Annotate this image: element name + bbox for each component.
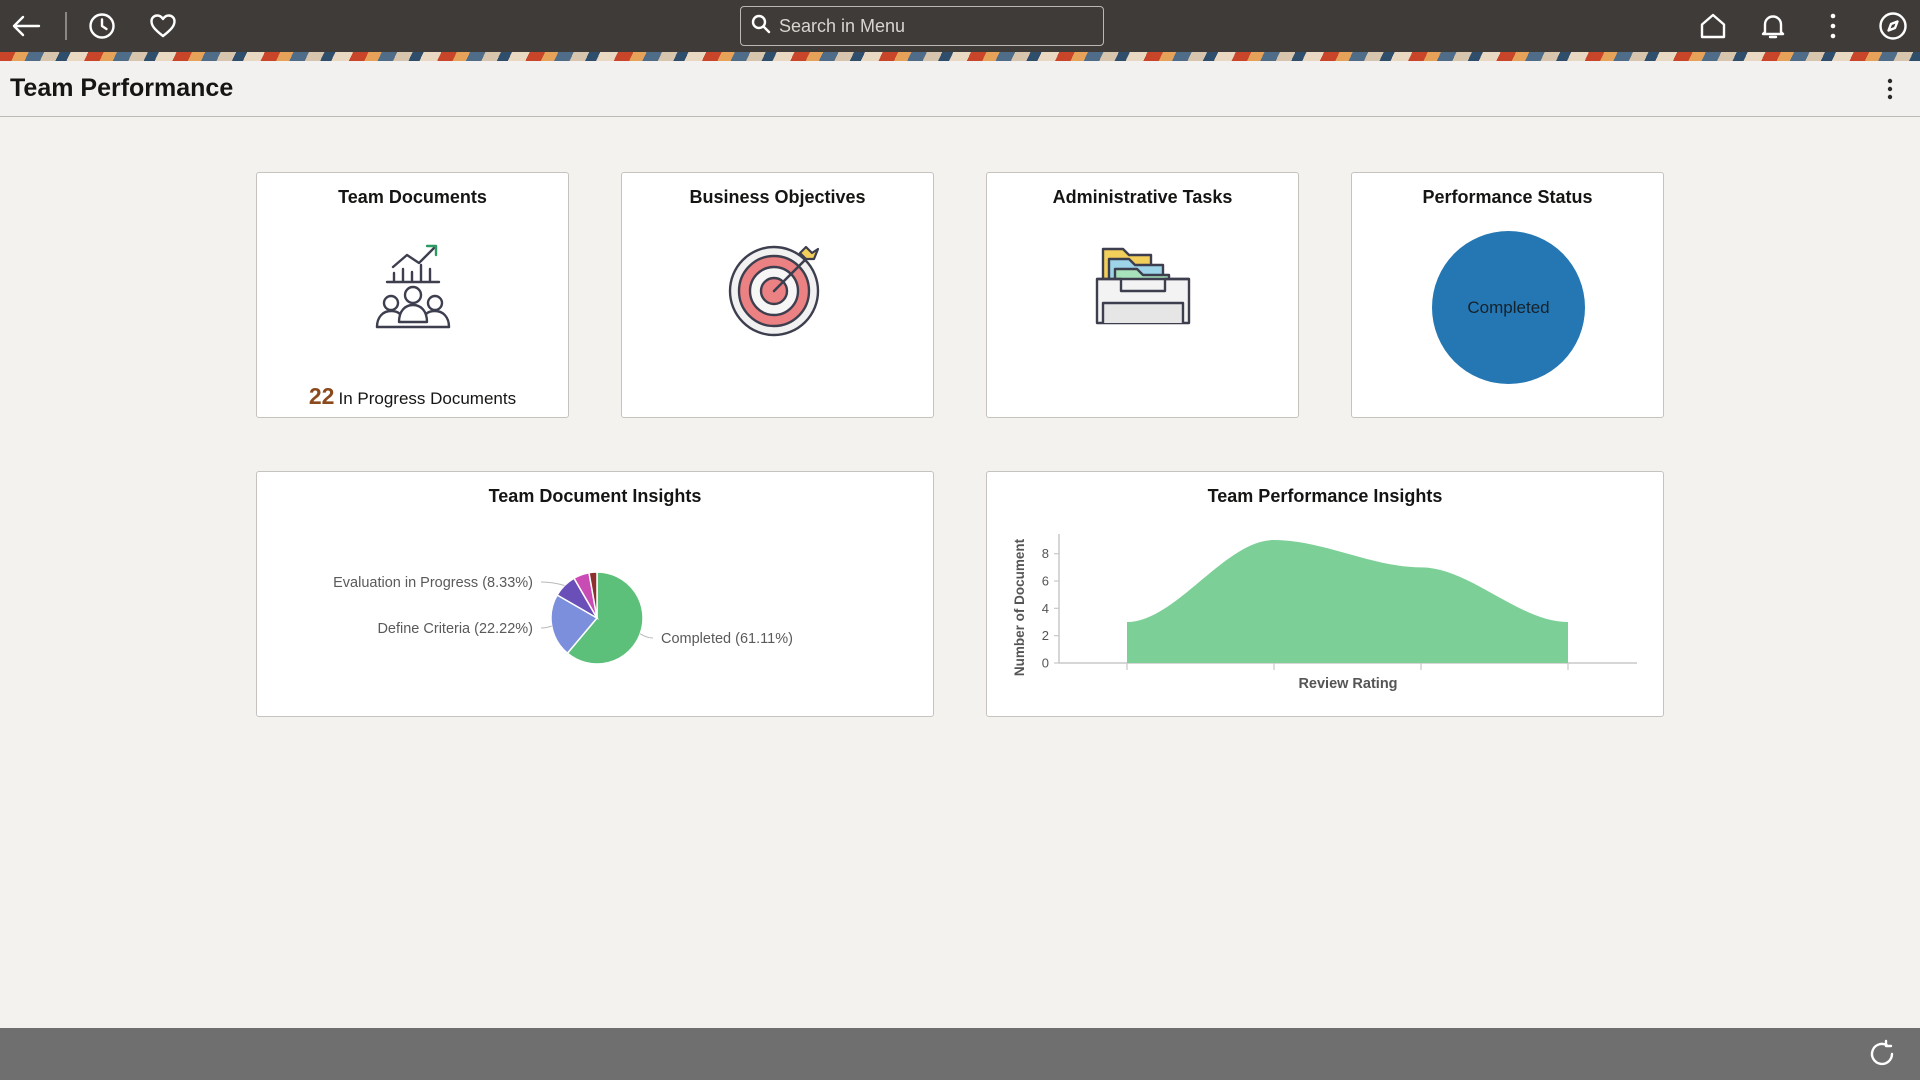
y-tick-label: 6 — [1042, 574, 1049, 589]
area-series[interactable] — [1127, 540, 1568, 663]
search-input[interactable] — [779, 15, 1079, 37]
search-icon — [751, 14, 771, 39]
in-progress-count: 22 In Progress Documents — [257, 383, 568, 410]
target-icon — [622, 237, 933, 337]
tile-title: Administrative Tasks — [1052, 187, 1233, 207]
in-progress-number: 22 — [308, 383, 335, 409]
pie-label-connector — [639, 633, 654, 639]
status-label: Completed — [1467, 297, 1550, 317]
home-icon[interactable] — [1693, 6, 1733, 46]
y-tick-label: 0 — [1042, 656, 1049, 671]
tile-team-document-insights[interactable]: Team Document Insights Completed (61.11%… — [256, 471, 934, 717]
tile-team-performance-insights[interactable]: Team Performance Insights 0 2 4 6 8 Review Ra… — [986, 471, 1664, 717]
tile-administrative-tasks[interactable]: Administrative Tasks — [986, 172, 1299, 418]
page-title-bar: Team Performance — [0, 61, 1920, 117]
pie-label-connector — [540, 581, 565, 586]
refresh-icon[interactable] — [1866, 1038, 1898, 1070]
area-chart: 0 2 4 6 8 Review Rating Number of Document — [1012, 534, 1637, 692]
bell-icon[interactable] — [1753, 6, 1793, 46]
footer-bar — [0, 1028, 1920, 1080]
pie-chart: Completed (61.11%) Define Criteria (22.22… — [333, 571, 793, 665]
pie-slice-label: Completed (61.11%) — [661, 631, 793, 647]
page-actions-kebab-icon[interactable] — [1884, 77, 1896, 101]
clock-icon[interactable] — [82, 6, 122, 46]
in-progress-label: In Progress Documents — [338, 389, 517, 408]
y-tick-label: 4 — [1042, 601, 1049, 616]
x-axis-label: Review Rating — [1298, 676, 1397, 692]
tile-title: Business Objectives — [689, 187, 866, 207]
status-circle: Completed — [1432, 231, 1585, 384]
tile-performance-status[interactable]: Performance Status Completed — [1351, 172, 1664, 418]
compass-icon[interactable] — [1873, 6, 1913, 46]
tile-business-objectives[interactable]: Business Objectives — [621, 172, 934, 418]
y-tick-label: 8 — [1042, 546, 1049, 561]
search-field[interactable] — [740, 6, 1104, 46]
pie-label-connector — [540, 625, 552, 629]
page-title: Team Performance — [10, 74, 234, 102]
top-navigation-bar — [0, 0, 1920, 52]
y-axis-label: Number of Document — [1012, 538, 1027, 676]
y-tick-label: 2 — [1042, 628, 1049, 643]
tile-title: Performance Status — [1422, 187, 1593, 207]
pie-slice-label: Define Criteria (22.22%) — [377, 621, 533, 637]
file-tray-icon — [987, 243, 1298, 327]
team-growth-icon — [257, 239, 568, 343]
back-arrow-icon[interactable] — [6, 6, 46, 46]
pie-slice-label: Evaluation in Progress (8.33%) — [333, 575, 533, 591]
tile-title: Team Documents — [338, 187, 487, 207]
tile-team-documents[interactable]: Team Documents 22 In Progress Documents — [256, 172, 569, 418]
heart-icon[interactable] — [143, 6, 183, 46]
toolbar-divider — [65, 12, 67, 40]
kebab-icon[interactable] — [1813, 6, 1853, 46]
decorative-banner-pattern — [0, 52, 1920, 61]
